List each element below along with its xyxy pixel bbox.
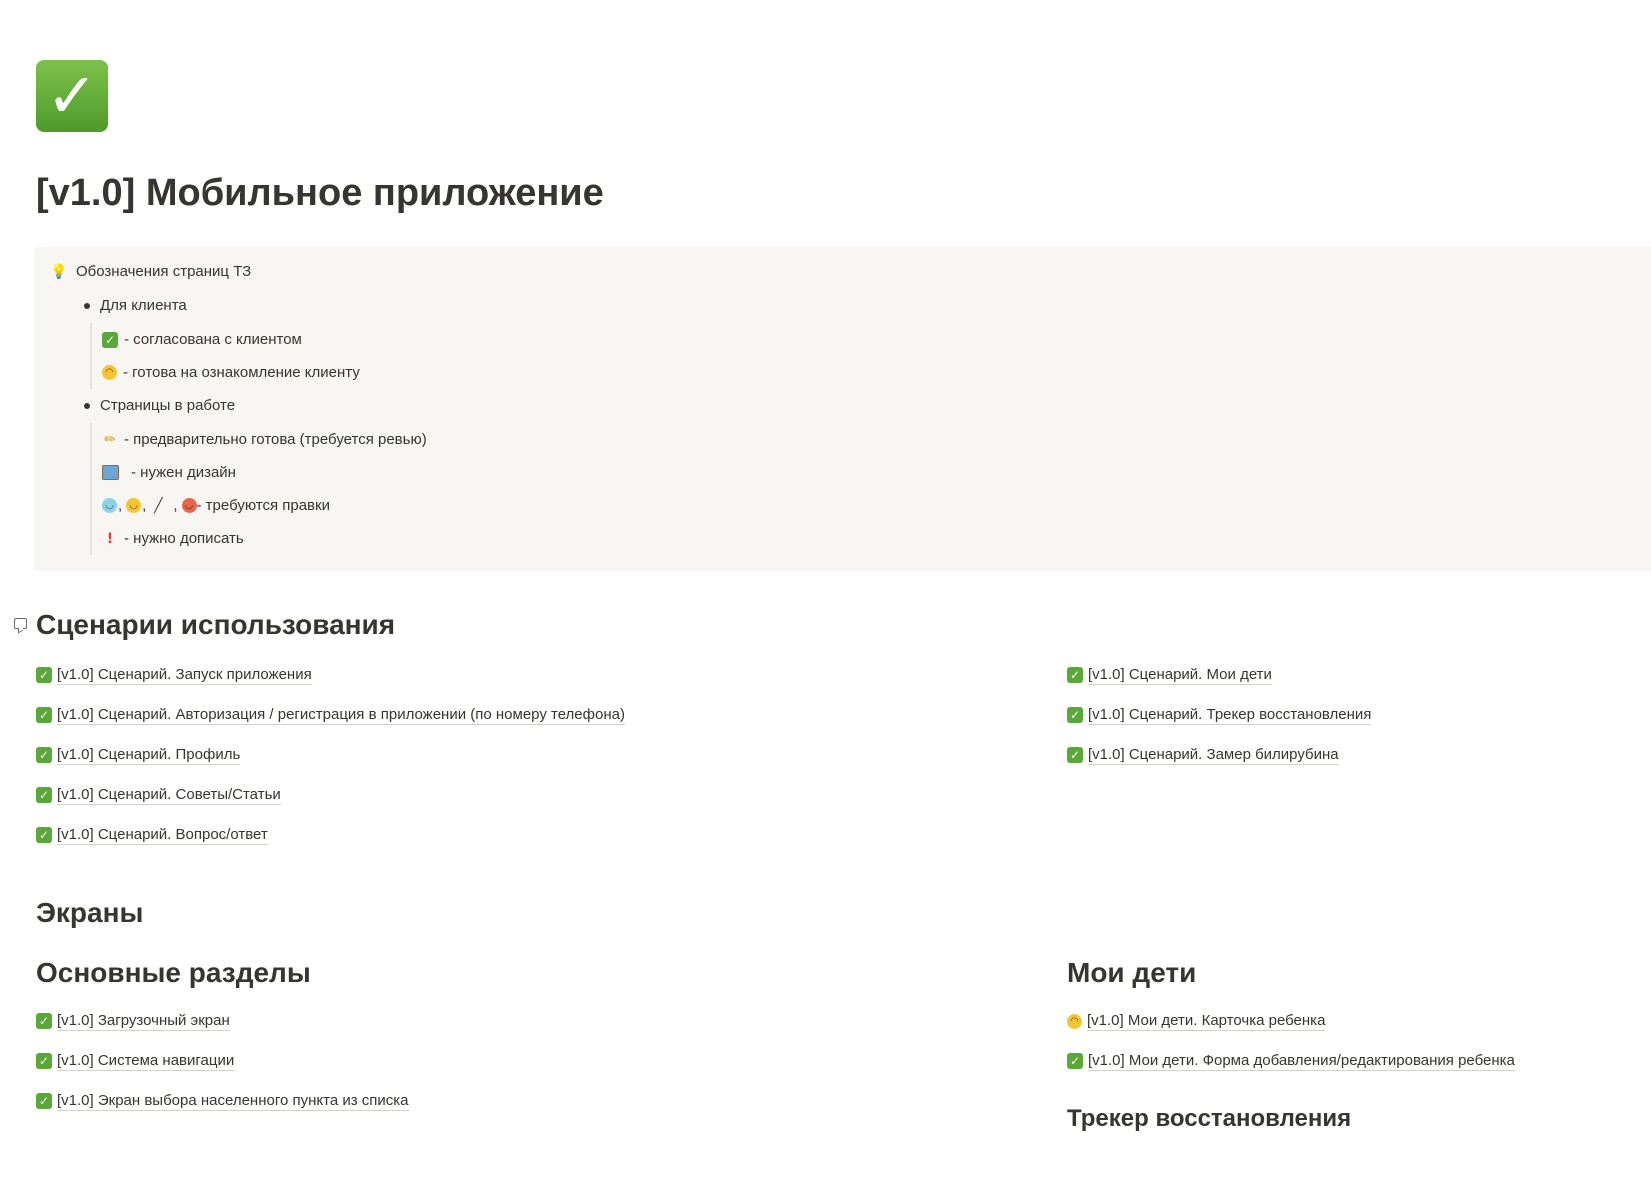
bullet-label: Страницы в работе xyxy=(100,397,236,414)
page-link-text[interactable]: [v1.0] Сценарий. Запуск приложения xyxy=(57,666,312,685)
main-sections-heading[interactable]: Основные разделы xyxy=(36,957,311,989)
check-mark-icon: ✓ xyxy=(36,787,52,803)
page-link-text[interactable]: [v1.0] Сценарий. Мои дети xyxy=(1088,666,1272,685)
check-mark-button-icon: ✓ xyxy=(36,60,108,132)
screens-heading[interactable]: Экраны xyxy=(36,897,143,929)
page-link[interactable]: ✓ [v1.0] Загрузочный экран xyxy=(36,1009,230,1033)
check-mark-icon: ✓ xyxy=(36,707,52,723)
page-link[interactable]: ✓ [v1.0] Сценарий. Мои дети xyxy=(1067,663,1272,687)
page-link[interactable]: ✓ [v1.0] Сценарий. Профиль xyxy=(36,743,241,767)
page-link[interactable]: ✓ [v1.0] Мои дети. Форма добавления/реда… xyxy=(1067,1049,1515,1073)
page-link[interactable]: ✓ [v1.0] Сценарий. Авторизация / регистр… xyxy=(36,703,625,727)
page-icon[interactable]: ✓ xyxy=(36,60,108,132)
bullet-label: Для клиента xyxy=(100,297,187,314)
check-mark-icon: ✓ xyxy=(36,1013,52,1029)
light-bulb-icon: 💡 xyxy=(50,263,68,280)
page-link-text[interactable]: [v1.0] Мои дети. Форма добавления/редакт… xyxy=(1088,1052,1515,1071)
page-link[interactable]: ✓ [v1.0] Сценарий. Советы/Статьи xyxy=(36,783,281,807)
upside-down-face-icon: ◠ xyxy=(1067,1013,1082,1029)
legend-text: - предварительно готова (требуется ревью… xyxy=(124,431,427,448)
upside-down-face-icon: ◠ xyxy=(102,365,117,380)
progress-legend-list: ✏ - предварительно готова (требуется рев… xyxy=(90,423,427,555)
legend-item: ✏ - предварительно готова (требуется рев… xyxy=(92,423,427,456)
page-link-text[interactable]: [v1.0] Сценарий. Вопрос/ответ xyxy=(57,826,268,845)
check-mark-icon: ✓ xyxy=(1067,667,1083,683)
my-kids-heading[interactable]: Мои дети xyxy=(1067,957,1196,989)
paintbrush-icon: ╱ xyxy=(154,497,163,514)
page-link-text[interactable]: [v1.0] Сценарий. Советы/Статьи xyxy=(57,786,281,805)
legend-item: ! - нужно дописать xyxy=(92,522,427,555)
framed-picture-icon xyxy=(102,465,119,480)
page-link-text[interactable]: [v1.0] Сценарий. Трекер восстановления xyxy=(1088,706,1372,725)
legend-text: - согласована с клиентом xyxy=(124,331,302,348)
page-link-text[interactable]: [v1.0] Сценарий. Авторизация / регистрац… xyxy=(57,706,625,725)
pencil-icon: ✏ xyxy=(104,431,116,448)
legend-item: ◠ - готова на ознакомление клиенту xyxy=(92,356,360,389)
page-link[interactable]: ✓ [v1.0] Сценарий. Замер билирубина xyxy=(1067,743,1339,767)
page-link[interactable]: ✓ [v1.0] Сценарий. Трекер восстановления xyxy=(1067,703,1372,727)
client-legend-list: ✓ - согласована с клиентом ◠ - готова на… xyxy=(90,323,360,389)
check-mark-icon: ✓ xyxy=(36,1093,52,1109)
check-mark-icon: ✓ xyxy=(1067,1053,1083,1069)
legend-callout: 💡 Обозначения страниц ТЗ Для клиента ✓ -… xyxy=(34,247,1651,571)
partying-face-icon: ◡ xyxy=(126,498,142,513)
callout-title: Обозначения страниц ТЗ xyxy=(76,263,252,280)
page-title[interactable]: [v1.0] Мобильное приложение xyxy=(36,172,604,215)
scenarios-heading[interactable]: Сценарии использования xyxy=(36,609,395,641)
check-mark-icon: ✓ xyxy=(1067,707,1083,723)
callout-header: 💡 Обозначения страниц ТЗ xyxy=(50,263,251,280)
cold-face-icon: ◡ xyxy=(102,498,117,513)
hot-face-icon: ◡ xyxy=(181,498,197,513)
check-mark-icon: ✓ xyxy=(102,331,118,348)
legend-item: - нужен дизайн xyxy=(92,456,427,489)
bullet-dot-icon xyxy=(84,302,90,309)
comment-icon[interactable] xyxy=(14,618,27,629)
check-mark-icon: ✓ xyxy=(36,827,52,843)
check-mark-icon: ✓ xyxy=(36,1053,52,1069)
page-link[interactable]: ✓ [v1.0] Сценарий. Вопрос/ответ xyxy=(36,823,268,847)
page-link[interactable]: ◠ [v1.0] Мои дети. Карточка ребенка xyxy=(1067,1009,1326,1033)
legend-text: - нужен дизайн xyxy=(131,464,236,481)
tracker-heading[interactable]: Трекер восстановления xyxy=(1067,1105,1351,1133)
check-mark-icon: ✓ xyxy=(36,747,52,763)
check-mark-icon: ✓ xyxy=(1067,747,1083,763)
bullet-item-client: Для клиента xyxy=(82,297,187,314)
page-link-text[interactable]: [v1.0] Сценарий. Замер билирубина xyxy=(1088,746,1339,765)
check-mark-icon: ✓ xyxy=(36,667,52,683)
page-link[interactable]: ✓ [v1.0] Система навигации xyxy=(36,1049,235,1073)
legend-item: ✓ - согласована с клиентом xyxy=(92,323,360,356)
legend-text: - нужно дописать xyxy=(124,530,244,547)
page-link-text[interactable]: [v1.0] Загрузочный экран xyxy=(57,1012,230,1031)
legend-text: - требуются правки xyxy=(196,497,330,514)
page-link-text[interactable]: [v1.0] Сценарий. Профиль xyxy=(57,746,241,765)
bullet-item-in-progress: Страницы в работе xyxy=(82,397,235,414)
page-link[interactable]: ✓ [v1.0] Экран выбора населенного пункта… xyxy=(36,1089,409,1113)
page-link-text[interactable]: [v1.0] Система навигации xyxy=(57,1052,235,1071)
exclamation-icon: ! xyxy=(106,530,114,547)
legend-text: - готова на ознакомление клиенту xyxy=(123,364,360,381)
page-link-text[interactable]: [v1.0] Мои дети. Карточка ребенка xyxy=(1087,1012,1326,1031)
page-link[interactable]: ✓ [v1.0] Сценарий. Запуск приложения xyxy=(36,663,312,687)
bullet-dot-icon xyxy=(84,402,90,409)
legend-item: ◡, ◡, ╱, ◡ - требуются правки xyxy=(92,489,427,522)
page-link-text[interactable]: [v1.0] Экран выбора населенного пункта и… xyxy=(57,1092,409,1111)
